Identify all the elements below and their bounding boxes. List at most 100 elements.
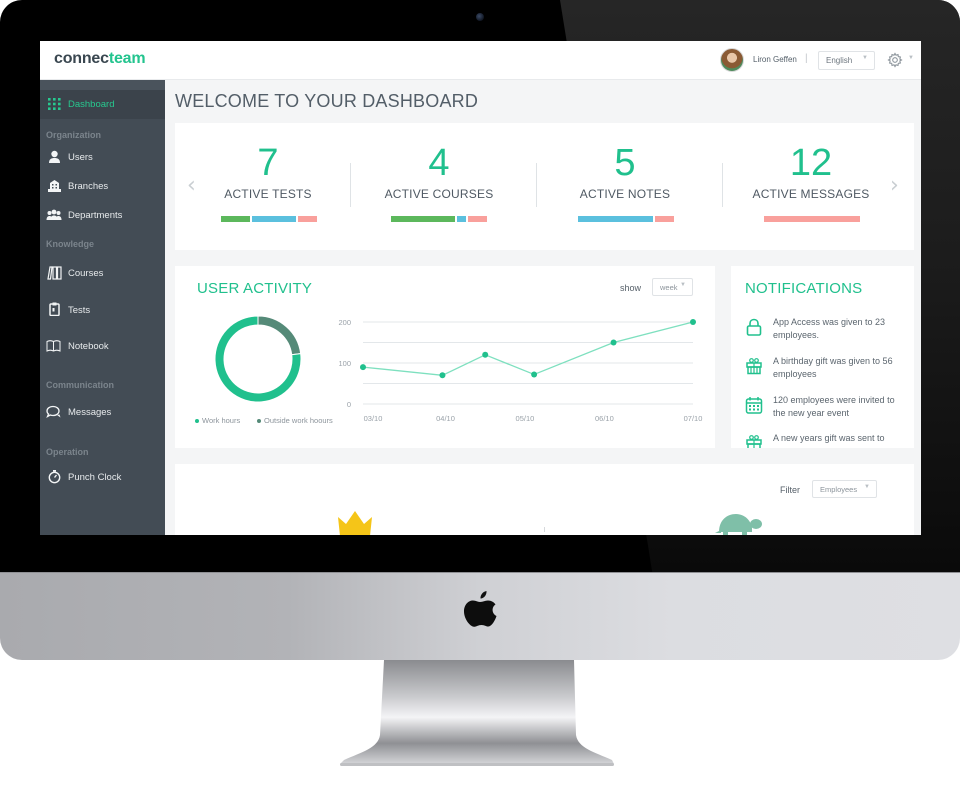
donut-chart bbox=[214, 315, 302, 403]
stat-label: ACTIVE MESSAGES bbox=[752, 187, 870, 201]
crown-icon bbox=[338, 511, 372, 535]
stat-bar-segment bbox=[468, 216, 487, 222]
notification-item[interactable]: A new years gift was sent to bbox=[745, 432, 910, 448]
divider bbox=[350, 163, 351, 207]
gift-icon bbox=[746, 435, 762, 448]
stat-bar-segment bbox=[391, 216, 455, 222]
chevron-down-icon: ▼ bbox=[862, 55, 868, 61]
lock-icon bbox=[746, 318, 762, 336]
stat-label: ACTIVE COURSES bbox=[384, 187, 494, 201]
stat-label: ACTIVE TESTS bbox=[224, 187, 312, 201]
x-tick-label: 04/10 bbox=[436, 414, 455, 423]
stat-active-notes[interactable]: 5 ACTIVE NOTES bbox=[550, 141, 700, 201]
data-point bbox=[610, 339, 617, 346]
divider bbox=[722, 163, 723, 207]
turtle-icon bbox=[715, 514, 762, 535]
stopwatch-icon bbox=[48, 470, 61, 484]
stats-carousel: ‹ › 7 ACTIVE TESTS 4 ACTIVE COURSES 5 AC… bbox=[175, 123, 914, 250]
series-line bbox=[362, 321, 694, 376]
settings-chevron-icon[interactable]: ▼ bbox=[908, 55, 914, 61]
stat-value: 7 bbox=[257, 142, 279, 184]
legend-outside-work-hours: Outside work hoours bbox=[257, 416, 333, 425]
stat-bar bbox=[391, 216, 487, 222]
sidebar-item-users[interactable]: Users bbox=[40, 143, 165, 172]
sidebar-item-messages[interactable]: Messages bbox=[40, 397, 165, 432]
notifications-card: NOTIFICATIONS App Access was given to 23… bbox=[731, 266, 914, 448]
x-tick-label: 05/10 bbox=[516, 414, 535, 423]
chevron-right-icon[interactable]: › bbox=[890, 173, 899, 198]
connecteam-logo[interactable]: connecteam bbox=[54, 50, 146, 68]
line-chart: 0 100 200 03/10 04/10 05/10 06/10 07/10 bbox=[338, 318, 703, 423]
stat-bar-segment bbox=[654, 216, 674, 222]
stat-value: 12 bbox=[789, 142, 833, 184]
x-tick-label: 07/10 bbox=[684, 414, 703, 423]
stat-bar-segment bbox=[578, 216, 653, 222]
sidebar: Dashboard Organization Users Branches De… bbox=[40, 80, 165, 535]
user-activity-title: USER ACTIVITY bbox=[197, 280, 313, 297]
data-point bbox=[482, 351, 489, 358]
gift-icon bbox=[746, 358, 762, 375]
binders-icon bbox=[47, 266, 62, 280]
data-point bbox=[439, 372, 446, 379]
notification-item[interactable]: 120 employees were invited to the new ye… bbox=[745, 394, 910, 430]
sidebar-item-branches[interactable]: Branches bbox=[40, 172, 165, 201]
sidebar-section-operation: Operation bbox=[46, 447, 89, 457]
stat-bar bbox=[221, 216, 317, 222]
stat-active-tests[interactable]: 7 ACTIVE TESTS bbox=[193, 141, 343, 201]
app-screen: connecteam Liron Geffen | English ▼ ▼ Da… bbox=[40, 41, 921, 535]
user-name[interactable]: Liron Geffen bbox=[753, 55, 797, 64]
period-value: week bbox=[660, 283, 678, 292]
show-label: show bbox=[620, 283, 642, 293]
stat-label: ACTIVE NOTES bbox=[579, 187, 671, 201]
building-icon bbox=[48, 180, 61, 192]
header-separator: | bbox=[805, 53, 808, 64]
group-icon bbox=[46, 209, 62, 220]
y-tick-label: 0 bbox=[347, 400, 351, 409]
notification-item[interactable]: App Access was given to 23 employees. bbox=[745, 316, 910, 352]
sidebar-item-notebook[interactable]: Notebook bbox=[40, 334, 165, 370]
sidebar-item-courses[interactable]: Courses bbox=[40, 260, 165, 297]
filter-label: Filter bbox=[780, 485, 800, 495]
leaderboard-card: Filter Employees ▼ bbox=[175, 464, 914, 535]
stat-active-messages[interactable]: 12 ACTIVE MESSAGES bbox=[736, 141, 886, 201]
legend-work-hours: Work hours bbox=[195, 416, 240, 425]
camera-icon bbox=[476, 13, 484, 21]
user-avatar[interactable] bbox=[720, 48, 744, 72]
notification-item[interactable]: A birthday gift was given to 56 employee… bbox=[745, 355, 910, 391]
apple-logo-icon bbox=[464, 591, 497, 627]
notifications-title: NOTIFICATIONS bbox=[745, 280, 863, 297]
book-icon bbox=[46, 340, 61, 352]
stat-bar bbox=[764, 216, 860, 222]
sidebar-section-knowledge: Knowledge bbox=[46, 239, 95, 249]
monitor-stand bbox=[340, 660, 614, 766]
language-select[interactable]: English ▼ bbox=[818, 51, 875, 70]
sidebar-item-punch-clock[interactable]: Punch Clock bbox=[40, 464, 165, 493]
gear-icon[interactable] bbox=[887, 52, 903, 68]
data-point bbox=[360, 364, 366, 371]
data-point bbox=[690, 319, 696, 325]
data-point bbox=[531, 371, 538, 378]
chat-icon bbox=[46, 405, 61, 418]
stat-bar-segment bbox=[251, 216, 296, 222]
sidebar-section-organization: Organization bbox=[46, 130, 102, 140]
top-bar: connecteam Liron Geffen | English ▼ ▼ bbox=[40, 41, 921, 80]
calendar-icon bbox=[745, 397, 763, 414]
divider bbox=[544, 527, 545, 532]
sidebar-item-dashboard[interactable]: Dashboard bbox=[40, 90, 165, 119]
grid-icon bbox=[48, 98, 61, 110]
filter-value: Employees bbox=[820, 485, 858, 494]
page-title: WELCOME TO YOUR DASHBOARD bbox=[175, 91, 479, 111]
period-select[interactable]: week ▼ bbox=[652, 278, 693, 296]
stat-bar-segment bbox=[221, 216, 250, 222]
stat-active-courses[interactable]: 4 ACTIVE COURSES bbox=[364, 141, 514, 201]
sidebar-item-departments[interactable]: Departments bbox=[40, 201, 165, 230]
sidebar-item-tests[interactable]: Tests bbox=[40, 297, 165, 334]
x-tick-label: 03/10 bbox=[364, 414, 383, 423]
chevron-down-icon: ▼ bbox=[864, 484, 870, 490]
sidebar-section-communication: Communication bbox=[46, 380, 115, 390]
stat-bar-segment bbox=[764, 216, 860, 222]
filter-select[interactable]: Employees ▼ bbox=[812, 480, 877, 498]
stat-bar-segment bbox=[456, 216, 467, 222]
sidebar-item-label: Dashboard bbox=[68, 99, 115, 110]
stat-value: 5 bbox=[614, 142, 636, 184]
